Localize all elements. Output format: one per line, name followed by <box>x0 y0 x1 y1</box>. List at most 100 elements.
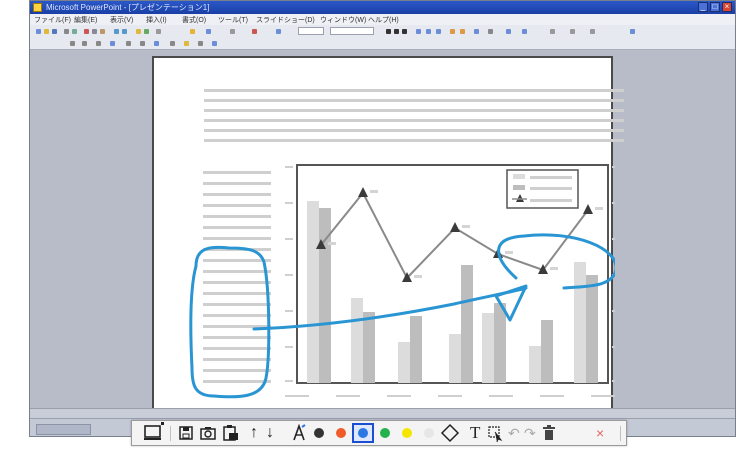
drawing-icon[interactable] <box>70 41 75 46</box>
align-icon[interactable] <box>436 29 441 34</box>
camera-icon[interactable] <box>198 421 218 445</box>
y2-tick-stub <box>612 166 615 168</box>
clipboard-icon[interactable] <box>220 421 240 445</box>
drawing-icon[interactable] <box>126 41 131 46</box>
bar <box>351 298 363 383</box>
toolbar-icon[interactable] <box>630 29 635 34</box>
drawing-icon[interactable] <box>170 41 175 46</box>
app-icon <box>33 3 42 12</box>
drawing-icon[interactable] <box>212 41 217 46</box>
save-icon[interactable] <box>52 29 57 34</box>
chart-icon[interactable] <box>136 29 141 34</box>
font-size-select[interactable] <box>330 27 374 35</box>
menu-item-help[interactable]: ヘルプ(H) <box>368 15 399 25</box>
table-icon[interactable] <box>144 29 149 34</box>
pen-color-blue[interactable] <box>358 428 368 438</box>
align-icon[interactable] <box>416 29 421 34</box>
toolbar-icon[interactable] <box>570 29 575 34</box>
y-tick-stub <box>285 380 293 382</box>
pen-color-green[interactable] <box>380 428 390 438</box>
close-icon[interactable]: × <box>596 424 604 442</box>
screen-icon[interactable] <box>142 421 166 445</box>
pen-icon[interactable] <box>290 421 310 445</box>
maximize-button[interactable]: □ <box>710 2 720 12</box>
italic-icon[interactable] <box>394 29 399 34</box>
toolbar-separator <box>170 426 171 441</box>
toolbar-icon[interactable] <box>230 29 235 34</box>
new-slide-icon[interactable] <box>522 29 527 34</box>
toolbar-icon[interactable] <box>550 29 555 34</box>
pen-color-yellow[interactable] <box>402 428 412 438</box>
bar <box>529 346 541 383</box>
indent-icon[interactable] <box>474 29 479 34</box>
font-select[interactable] <box>298 27 324 35</box>
x-tick-stub <box>489 395 513 397</box>
data-label <box>550 267 558 270</box>
bullets-icon[interactable] <box>450 29 455 34</box>
pen-color-orange[interactable] <box>336 428 346 438</box>
data-label <box>462 225 470 228</box>
legend-text <box>530 199 572 202</box>
zoom-icon[interactable] <box>156 29 161 34</box>
drawing-icon[interactable] <box>82 41 87 46</box>
copy-icon[interactable] <box>92 29 97 34</box>
font-color-icon[interactable] <box>488 29 493 34</box>
toolbar-icon[interactable] <box>206 29 211 34</box>
arrow-down-icon[interactable]: ↓ <box>266 424 274 442</box>
standard-toolbar <box>30 25 735 37</box>
start-button[interactable] <box>36 424 91 435</box>
window-title: Microsoft PowerPoint - [プレゼンテーション1] <box>46 3 210 12</box>
new-icon[interactable] <box>36 29 41 34</box>
align-icon[interactable] <box>426 29 431 34</box>
slide-page[interactable] <box>152 56 624 413</box>
numbering-icon[interactable] <box>460 29 465 34</box>
trash-icon[interactable] <box>540 421 558 445</box>
drawing-icon[interactable] <box>96 41 101 46</box>
bar <box>494 303 506 383</box>
menu-item-file[interactable]: ファイル(F) <box>34 15 71 25</box>
arrow-up-icon[interactable]: ↑ <box>250 424 258 442</box>
cut-icon[interactable] <box>84 29 89 34</box>
menu-item-edit[interactable]: 編集(E) <box>74 15 97 25</box>
pen-color-white[interactable] <box>424 428 434 438</box>
undo-icon[interactable]: ↶ <box>508 424 520 442</box>
print-icon[interactable] <box>64 29 69 34</box>
underline-icon[interactable] <box>402 29 407 34</box>
menu-item-view[interactable]: 表示(V) <box>110 15 133 25</box>
drawing-icon[interactable] <box>140 41 145 46</box>
menu-item-window[interactable]: ウィンドウ(W) <box>320 15 366 25</box>
bold-icon[interactable] <box>386 29 391 34</box>
preview-icon[interactable] <box>72 29 77 34</box>
toolbar-icon[interactable] <box>590 29 595 34</box>
toolbar-icon[interactable] <box>276 29 281 34</box>
pen-color-blue-selected[interactable] <box>352 423 374 443</box>
toolbar-separator <box>620 426 621 441</box>
menu-item-slideshow[interactable]: スライドショー(D) <box>256 15 315 25</box>
toolbar-icon[interactable] <box>252 29 257 34</box>
pen-color-black[interactable] <box>314 428 324 438</box>
eraser-icon[interactable] <box>440 421 460 445</box>
redo-icon[interactable] <box>122 29 127 34</box>
drawing-icon[interactable] <box>184 41 189 46</box>
minimize-button[interactable]: _ <box>698 2 708 12</box>
drawing-icon[interactable] <box>110 41 115 46</box>
drawing-icon[interactable] <box>154 41 159 46</box>
drawing-icon[interactable] <box>198 41 203 46</box>
toolbar-icon[interactable] <box>190 29 195 34</box>
design-icon[interactable] <box>506 29 511 34</box>
text-tool-icon[interactable]: T <box>470 424 480 442</box>
close-button[interactable]: × <box>722 2 732 12</box>
menu-item-format[interactable]: 書式(O) <box>182 15 206 25</box>
y2-tick-stub <box>612 202 615 204</box>
select-icon[interactable] <box>486 421 504 445</box>
undo-icon[interactable] <box>114 29 119 34</box>
paste-icon[interactable] <box>100 29 105 34</box>
bar <box>307 201 319 383</box>
redo-icon[interactable]: ↷ <box>524 424 536 442</box>
y-tick-stub <box>285 310 293 312</box>
save-icon[interactable] <box>176 421 196 445</box>
menu-item-insert[interactable]: 挿入(I) <box>146 15 167 25</box>
data-point <box>583 204 593 214</box>
menu-item-tools[interactable]: ツール(T) <box>218 15 248 25</box>
open-icon[interactable] <box>44 29 49 34</box>
